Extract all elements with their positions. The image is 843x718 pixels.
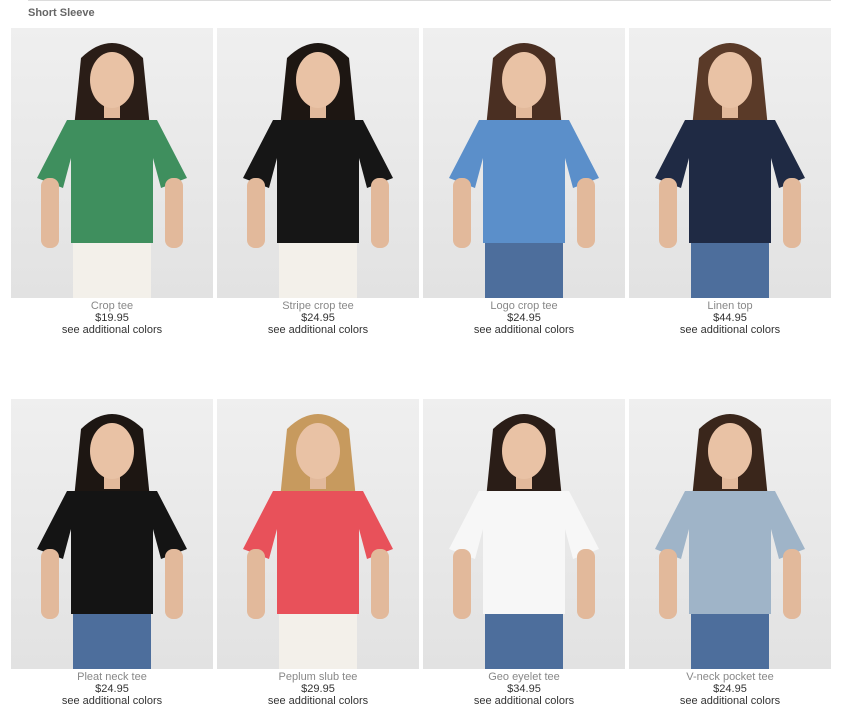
product-image[interactable] [217, 399, 419, 669]
face-shape [90, 423, 134, 479]
right-arm-shape [783, 178, 801, 248]
right-arm-shape [371, 178, 389, 248]
product-image[interactable] [217, 28, 419, 298]
additional-colors-link[interactable]: see additional colors [62, 324, 162, 336]
shirt-shape [655, 491, 805, 614]
right-arm-shape [371, 549, 389, 619]
product-card[interactable]: Crop tee $19.95 see additional colors [11, 28, 213, 336]
shirt-shape [37, 491, 187, 614]
additional-colors-link[interactable]: see additional colors [680, 695, 780, 707]
model-illustration [37, 43, 187, 298]
left-arm-shape [453, 178, 471, 248]
left-arm-shape [659, 549, 677, 619]
product-card[interactable]: Pleat neck tee $24.95 see additional col… [11, 399, 213, 707]
additional-colors-link[interactable]: see additional colors [474, 324, 574, 336]
face-shape [708, 52, 752, 108]
product-name[interactable]: Linen top [707, 300, 752, 312]
product-name[interactable]: Pleat neck tee [77, 671, 147, 683]
product-image[interactable] [11, 399, 213, 669]
product-image[interactable] [423, 399, 625, 669]
product-image[interactable] [423, 28, 625, 298]
left-arm-shape [41, 178, 59, 248]
face-shape [502, 423, 546, 479]
product-name[interactable]: Crop tee [91, 300, 133, 312]
face-shape [296, 423, 340, 479]
product-row: Pleat neck tee $24.95 see additional col… [11, 399, 833, 707]
product-price: $24.95 [95, 683, 129, 695]
left-arm-shape [41, 549, 59, 619]
right-arm-shape [577, 549, 595, 619]
model-illustration [449, 43, 599, 298]
left-arm-shape [247, 178, 265, 248]
model-illustration [243, 43, 393, 298]
product-name[interactable]: Geo eyelet tee [488, 671, 560, 683]
right-arm-shape [783, 549, 801, 619]
product-name[interactable]: Stripe crop tee [282, 300, 354, 312]
additional-colors-link[interactable]: see additional colors [268, 324, 368, 336]
shirt-shape [449, 491, 599, 614]
face-shape [90, 52, 134, 108]
model-illustration [37, 414, 187, 669]
additional-colors-link[interactable]: see additional colors [268, 695, 368, 707]
right-arm-shape [165, 549, 183, 619]
product-name[interactable]: V-neck pocket tee [686, 671, 773, 683]
product-card[interactable]: Logo crop tee $24.95 see additional colo… [423, 28, 625, 336]
left-arm-shape [247, 549, 265, 619]
right-arm-shape [165, 178, 183, 248]
shirt-shape [243, 120, 393, 243]
additional-colors-link[interactable]: see additional colors [680, 324, 780, 336]
product-image[interactable] [11, 28, 213, 298]
product-card[interactable]: Linen top $44.95 see additional colors [629, 28, 831, 336]
product-price: $19.95 [95, 312, 129, 324]
model-illustration [655, 414, 805, 669]
section-title: Short Sleeve [28, 7, 95, 19]
model-illustration [655, 43, 805, 298]
product-price: $24.95 [301, 312, 335, 324]
additional-colors-link[interactable]: see additional colors [62, 695, 162, 707]
left-arm-shape [659, 178, 677, 248]
product-grid: Crop tee $19.95 see additional colors St… [11, 28, 833, 707]
model-illustration [243, 414, 393, 669]
product-image[interactable] [629, 399, 831, 669]
product-price: $44.95 [713, 312, 747, 324]
face-shape [708, 423, 752, 479]
product-card[interactable]: Peplum slub tee $29.95 see additional co… [217, 399, 419, 707]
shirt-shape [243, 491, 393, 614]
right-arm-shape [577, 178, 595, 248]
product-price: $34.95 [507, 683, 541, 695]
shirt-shape [655, 120, 805, 243]
product-card[interactable]: Stripe crop tee $24.95 see additional co… [217, 28, 419, 336]
face-shape [296, 52, 340, 108]
left-arm-shape [453, 549, 471, 619]
product-card[interactable]: V-neck pocket tee $24.95 see additional … [629, 399, 831, 707]
shirt-shape [37, 120, 187, 243]
product-price: $24.95 [713, 683, 747, 695]
section-divider [28, 0, 831, 1]
product-price: $24.95 [507, 312, 541, 324]
product-name[interactable]: Logo crop tee [490, 300, 557, 312]
additional-colors-link[interactable]: see additional colors [474, 695, 574, 707]
product-image[interactable] [629, 28, 831, 298]
product-row: Crop tee $19.95 see additional colors St… [11, 28, 833, 336]
face-shape [502, 52, 546, 108]
model-illustration [449, 414, 599, 669]
product-card[interactable]: Geo eyelet tee $34.95 see additional col… [423, 399, 625, 707]
shirt-shape [449, 120, 599, 243]
product-name[interactable]: Peplum slub tee [279, 671, 358, 683]
product-price: $29.95 [301, 683, 335, 695]
